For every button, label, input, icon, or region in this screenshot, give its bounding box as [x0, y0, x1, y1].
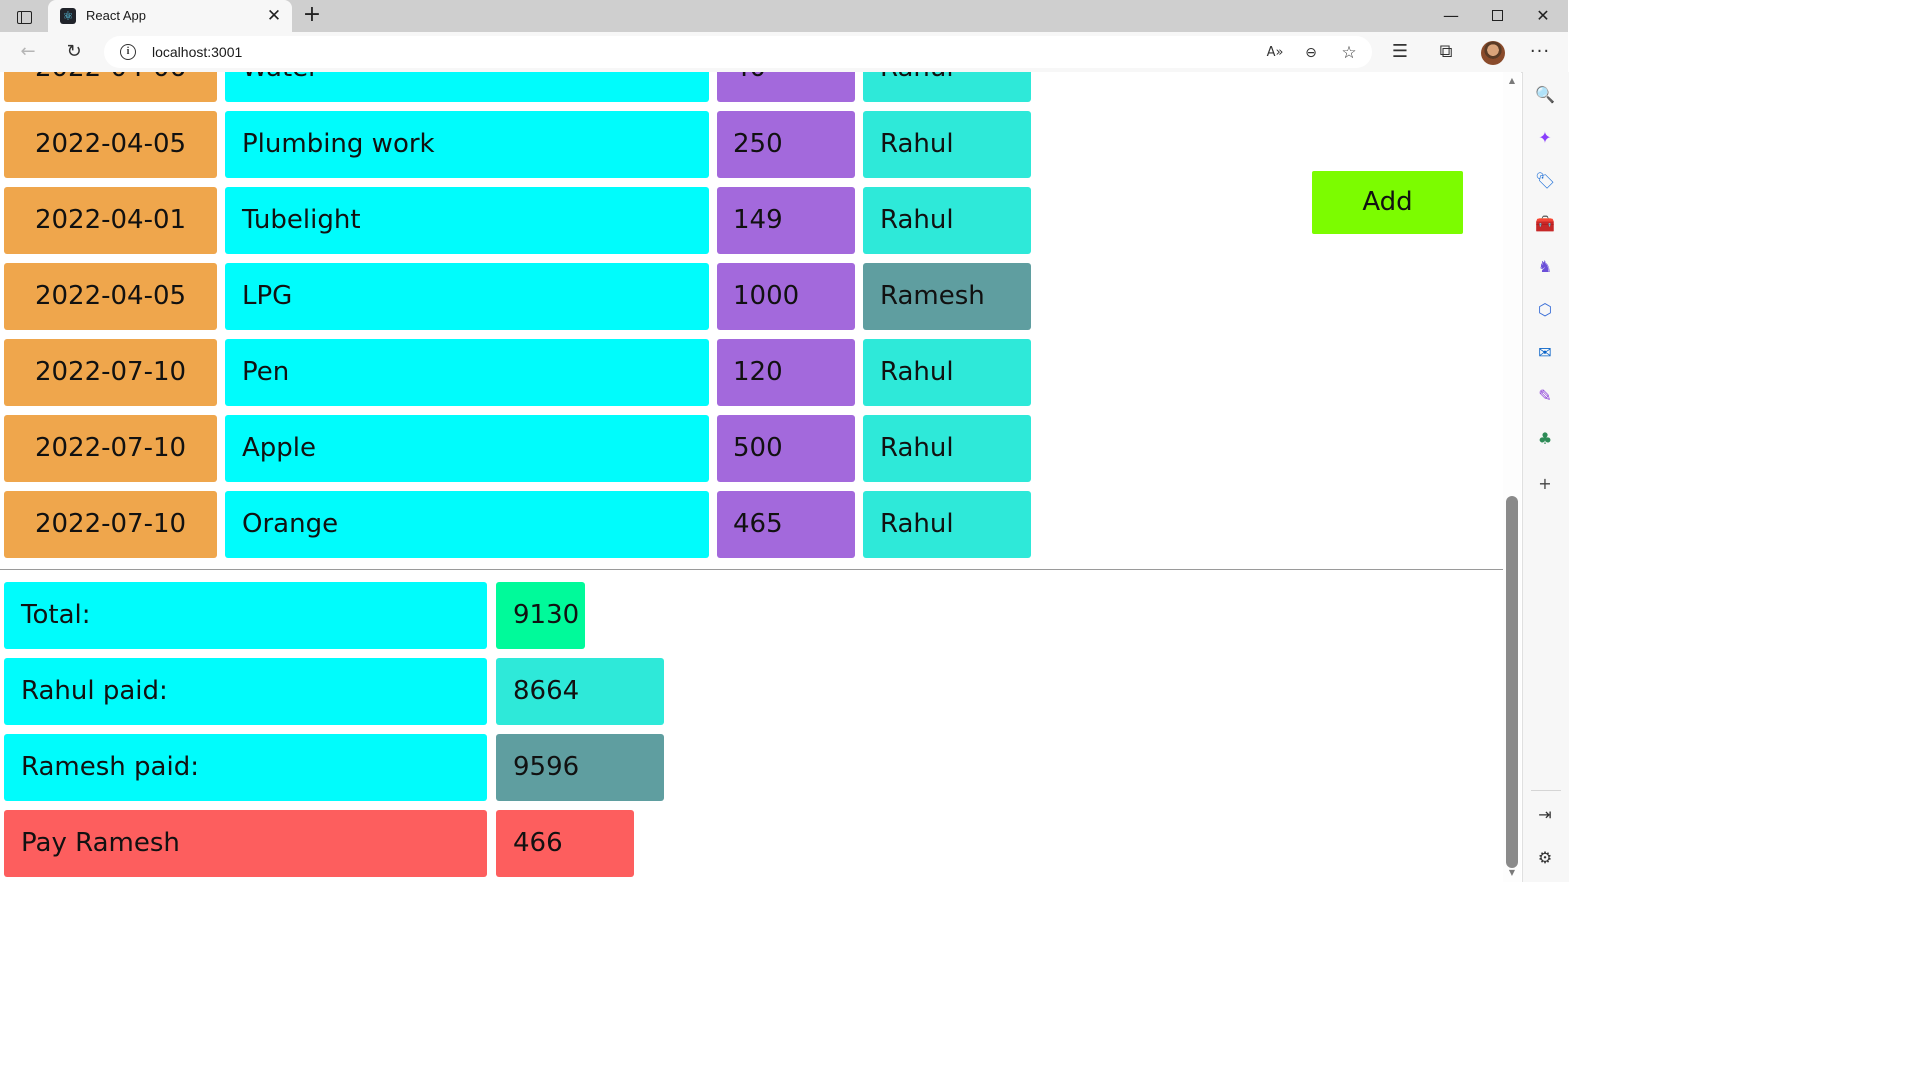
tab-strip: ⚛ React App ✕ + — ✕ — [0, 0, 1568, 32]
expense-description: Water — [225, 72, 709, 102]
expense-description: Orange — [225, 491, 709, 558]
add-button[interactable]: Add — [1312, 171, 1463, 234]
maximize-icon[interactable] — [1474, 4, 1520, 28]
expense-description: LPG — [225, 263, 709, 330]
scroll-down-icon[interactable]: ▼ — [1507, 868, 1517, 878]
favorites-icon[interactable]: ☰ — [1386, 38, 1414, 66]
expense-description: Pen — [225, 339, 709, 406]
tree-icon[interactable]: ♣ — [1534, 428, 1556, 450]
expense-payer: Rahul — [863, 187, 1031, 254]
star-add-icon[interactable]: ☆ — [1338, 42, 1360, 64]
address-bar[interactable]: i localhost:3001 A» ⊖ ☆ — [104, 36, 1372, 68]
rahul-paid-value: 8664 — [496, 658, 664, 725]
games-icon[interactable]: ♞ — [1534, 256, 1556, 278]
expense-payer: Rahul — [863, 491, 1031, 558]
ramesh-paid-value: 9596 — [496, 734, 664, 801]
tab-title: React App — [86, 8, 146, 23]
expense-payer: Rahul — [863, 72, 1031, 102]
expense-date: 2022-07-10 — [4, 415, 217, 482]
reload-icon[interactable]: ↻ — [60, 38, 88, 66]
expense-amount: 40 — [717, 72, 855, 102]
expense-payer: Rahul — [863, 339, 1031, 406]
hide-sidebar-icon[interactable]: ⇥ — [1534, 804, 1556, 826]
total-value: 9130 — [496, 582, 585, 649]
zoom-out-icon[interactable]: ⊖ — [1300, 42, 1322, 64]
microsoft-365-icon[interactable]: ⬡ — [1534, 299, 1556, 321]
expense-date: 2022-07-10 — [4, 339, 217, 406]
edge-sidebar: 🔍 ✦ 🏷 🧰 ♞ ⬡ ✉ ✎ ♣ + ⇥ ⚙ — [1522, 72, 1569, 882]
expense-amount: 149 — [717, 187, 855, 254]
close-window-icon[interactable]: ✕ — [1520, 4, 1566, 28]
arrow-left-icon[interactable]: ← — [14, 38, 42, 66]
browser-toolbar: ← ↻ i localhost:3001 A» ⊖ ☆ ☰ ⧉ ··· — [0, 32, 1568, 73]
expense-date: 2022-07-10 — [4, 491, 217, 558]
expense-amount: 120 — [717, 339, 855, 406]
pay-ramesh-label: Pay Ramesh — [4, 810, 487, 877]
collections-icon[interactable]: ⧉ — [1432, 38, 1460, 66]
designer-icon[interactable]: ✎ — [1534, 385, 1556, 407]
expense-payer: Ramesh — [863, 263, 1031, 330]
page-viewport: 2022-04-06Water40Rahul2022-04-05Plumbing… — [0, 72, 1503, 882]
plus-icon[interactable]: + — [300, 4, 324, 28]
expense-payer: Rahul — [863, 111, 1031, 178]
expense-date: 2022-04-05 — [4, 111, 217, 178]
tab-react-app[interactable]: ⚛ React App ✕ — [48, 0, 292, 32]
search-icon[interactable]: 🔍 — [1534, 84, 1556, 106]
more-icon[interactable]: ··· — [1526, 38, 1554, 66]
ramesh-paid-label: Ramesh paid: — [4, 734, 487, 801]
profile-avatar[interactable] — [1481, 41, 1505, 65]
settings-icon[interactable]: ⚙ — [1534, 847, 1556, 869]
expense-payer: Rahul — [863, 415, 1031, 482]
shopping-icon[interactable]: 🏷 — [1534, 170, 1556, 192]
expense-description: Tubelight — [225, 187, 709, 254]
close-tab-icon[interactable]: ✕ — [264, 6, 284, 26]
sidebar-divider — [1531, 790, 1561, 791]
react-icon: ⚛ — [60, 8, 76, 24]
outlook-icon[interactable]: ✉ — [1534, 342, 1556, 364]
info-icon[interactable]: i — [120, 44, 136, 60]
add-icon[interactable]: + — [1534, 473, 1556, 495]
tools-icon[interactable]: 🧰 — [1534, 213, 1556, 235]
expense-amount: 250 — [717, 111, 855, 178]
expense-date: 2022-04-06 — [4, 72, 217, 102]
expense-description: Apple — [225, 415, 709, 482]
minimize-icon[interactable]: — — [1428, 4, 1474, 28]
scroll-up-icon[interactable]: ▲ — [1507, 76, 1517, 86]
copilot-icon[interactable]: ✦ — [1534, 127, 1556, 149]
total-label: Total: — [4, 582, 487, 649]
expense-date: 2022-04-05 — [4, 263, 217, 330]
tab-actions-icon[interactable] — [10, 6, 38, 28]
rahul-paid-label: Rahul paid: — [4, 658, 487, 725]
url-text[interactable]: localhost:3001 — [152, 44, 242, 60]
expense-amount: 500 — [717, 415, 855, 482]
expense-description: Plumbing work — [225, 111, 709, 178]
divider — [0, 569, 1503, 570]
pay-ramesh-value: 466 — [496, 810, 634, 877]
page-scrollbar[interactable]: ▲ ▼ — [1503, 72, 1521, 882]
expense-amount: 1000 — [717, 263, 855, 330]
expense-date: 2022-04-01 — [4, 187, 217, 254]
read-aloud-icon[interactable]: A» — [1264, 42, 1286, 64]
expense-amount: 465 — [717, 491, 855, 558]
scroll-thumb[interactable] — [1506, 496, 1518, 868]
